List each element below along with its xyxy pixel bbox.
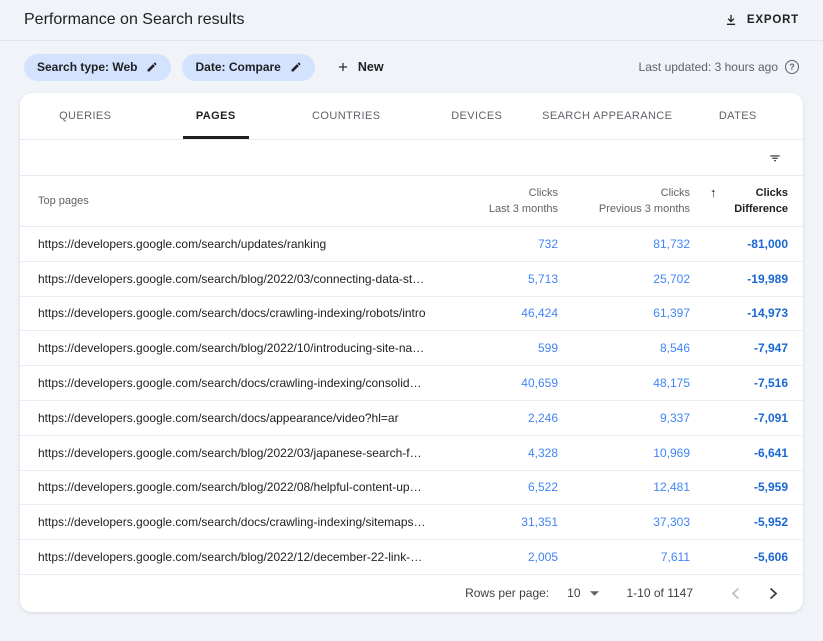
clicks-previous-value: 12,481	[558, 480, 690, 494]
clicks-last-value: 2,005	[438, 550, 558, 564]
date-compare-chip[interactable]: Date: Compare	[182, 54, 314, 81]
clicks-last-value: 4,328	[438, 446, 558, 460]
page-url[interactable]: https://developers.google.com/search/upd…	[38, 237, 438, 251]
clicks-previous-value: 48,175	[558, 376, 690, 390]
export-label: EXPORT	[747, 14, 799, 26]
column-header-clicks-previous[interactable]: Clicks Previous 3 months	[558, 185, 690, 217]
table-row[interactable]: https://developers.google.com/search/doc…	[20, 366, 803, 401]
arrow-up-icon: ↑	[710, 185, 717, 201]
clicks-previous-value: 37,303	[558, 515, 690, 529]
table-row[interactable]: https://developers.google.com/search/doc…	[20, 297, 803, 332]
plus-icon	[336, 60, 350, 74]
last-updated: Last updated: 3 hours ago ?	[639, 60, 799, 74]
column-header-clicks-difference[interactable]: ↑ Clicks Difference	[690, 185, 788, 217]
page-url[interactable]: https://developers.google.com/search/doc…	[38, 515, 438, 529]
clicks-previous-value: 9,337	[558, 411, 690, 425]
rows-per-page-value: 10	[567, 586, 580, 600]
page-url[interactable]: https://developers.google.com/search/doc…	[38, 306, 438, 320]
table-row[interactable]: https://developers.google.com/search/blo…	[20, 331, 803, 366]
toolbar: Search type: Web Date: Compare New Last …	[0, 41, 823, 93]
table-row[interactable]: https://developers.google.com/search/blo…	[20, 262, 803, 297]
clicks-difference-value: -7,091	[690, 411, 788, 425]
filter-lines-icon[interactable]	[767, 150, 783, 166]
clicks-difference-value: -5,959	[690, 480, 788, 494]
clicks-last-value: 599	[438, 341, 558, 355]
table-row[interactable]: https://developers.google.com/search/blo…	[20, 471, 803, 506]
caret-down-icon	[590, 591, 599, 596]
table-row[interactable]: https://developers.google.com/search/blo…	[20, 540, 803, 575]
clicks-last-value: 2,246	[438, 411, 558, 425]
question-circle-icon[interactable]: ?	[785, 60, 799, 74]
pencil-icon	[290, 61, 302, 73]
previous-page-button[interactable]	[723, 581, 747, 605]
tab-countries[interactable]: COUNTRIES	[281, 93, 412, 139]
clicks-difference-value: -6,641	[690, 446, 788, 460]
page-url[interactable]: https://developers.google.com/search/blo…	[38, 480, 438, 494]
page-title: Performance on Search results	[24, 11, 245, 29]
clicks-difference-value: -19,989	[690, 272, 788, 286]
clicks-previous-value: 7,611	[558, 550, 690, 564]
table-body: https://developers.google.com/search/upd…	[20, 227, 803, 575]
tab-devices[interactable]: DEVICES	[412, 93, 543, 139]
clicks-last-value: 732	[438, 237, 558, 251]
clicks-previous-value: 10,969	[558, 446, 690, 460]
download-icon	[724, 13, 738, 27]
search-type-chip-label: Search type: Web	[37, 60, 137, 74]
table-footer: Rows per page: 10 1-10 of 1147	[20, 575, 803, 612]
table-row[interactable]: https://developers.google.com/search/doc…	[20, 505, 803, 540]
page-url[interactable]: https://developers.google.com/search/blo…	[38, 341, 438, 355]
column-header-top-pages: Top pages	[38, 195, 438, 207]
table-header-row: Top pages Clicks Last 3 months Clicks Pr…	[20, 176, 803, 227]
clicks-difference-value: -14,973	[690, 306, 788, 320]
rows-per-page-label: Rows per page:	[465, 586, 549, 600]
clicks-difference-value: -7,947	[690, 341, 788, 355]
last-updated-text: Last updated: 3 hours ago	[639, 60, 778, 74]
clicks-previous-value: 61,397	[558, 306, 690, 320]
clicks-last-value: 5,713	[438, 272, 558, 286]
top-bar: Performance on Search results EXPORT	[0, 0, 823, 41]
clicks-previous-value: 8,546	[558, 341, 690, 355]
clicks-last-value: 6,522	[438, 480, 558, 494]
clicks-last-value: 31,351	[438, 515, 558, 529]
page-url[interactable]: https://developers.google.com/search/blo…	[38, 446, 438, 460]
table-row[interactable]: https://developers.google.com/search/upd…	[20, 227, 803, 262]
table-row[interactable]: https://developers.google.com/search/blo…	[20, 436, 803, 471]
rows-per-page-select[interactable]: 10	[567, 586, 598, 600]
export-button[interactable]: EXPORT	[724, 13, 799, 27]
page-url[interactable]: https://developers.google.com/search/doc…	[38, 411, 438, 425]
report-card: QUERIES PAGES COUNTRIES DEVICES SEARCH A…	[20, 93, 803, 612]
clicks-difference-value: -81,000	[690, 237, 788, 251]
chevron-left-icon	[731, 587, 740, 600]
clicks-previous-value: 81,732	[558, 237, 690, 251]
new-filter-label: New	[358, 60, 384, 74]
tab-search-appearance[interactable]: SEARCH APPEARANCE	[542, 93, 673, 139]
next-page-button[interactable]	[761, 581, 785, 605]
page-url[interactable]: https://developers.google.com/search/doc…	[38, 376, 438, 390]
search-type-chip[interactable]: Search type: Web	[24, 54, 171, 81]
clicks-last-value: 40,659	[438, 376, 558, 390]
new-filter-button[interactable]: New	[336, 60, 384, 74]
page-url[interactable]: https://developers.google.com/search/blo…	[38, 550, 438, 564]
clicks-difference-value: -7,516	[690, 376, 788, 390]
tab-pages[interactable]: PAGES	[151, 93, 282, 139]
clicks-difference-value: -5,952	[690, 515, 788, 529]
clicks-difference-value: -5,606	[690, 550, 788, 564]
table-row[interactable]: https://developers.google.com/search/doc…	[20, 401, 803, 436]
table-filter-row	[20, 140, 803, 176]
tab-queries[interactable]: QUERIES	[20, 93, 151, 139]
date-compare-chip-label: Date: Compare	[195, 60, 280, 74]
page-url[interactable]: https://developers.google.com/search/blo…	[38, 272, 438, 286]
tab-dates[interactable]: DATES	[673, 93, 804, 139]
chevron-right-icon	[769, 587, 778, 600]
pencil-icon	[146, 61, 158, 73]
clicks-last-value: 46,424	[438, 306, 558, 320]
clicks-previous-value: 25,702	[558, 272, 690, 286]
column-header-clicks-last[interactable]: Clicks Last 3 months	[438, 185, 558, 217]
pagination-range: 1-10 of 1147	[627, 586, 694, 600]
tab-bar: QUERIES PAGES COUNTRIES DEVICES SEARCH A…	[20, 93, 803, 140]
